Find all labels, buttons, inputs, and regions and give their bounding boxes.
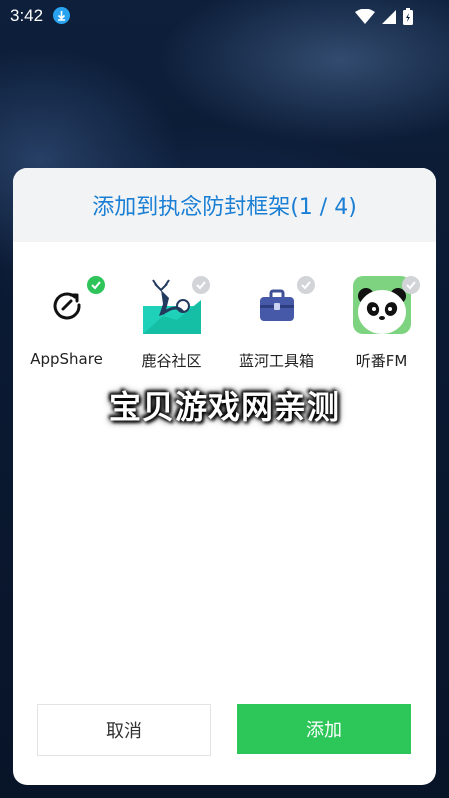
- download-icon: [53, 7, 70, 24]
- battery-icon: [403, 8, 413, 25]
- app-label: AppShare: [30, 350, 103, 368]
- watermark-text: 宝贝游戏网亲测: [108, 388, 340, 426]
- app-label: 听番FM: [355, 352, 408, 370]
- status-bar: 3:42: [0, 0, 449, 32]
- cancel-button[interactable]: 取消: [37, 704, 211, 756]
- wifi-icon: [355, 8, 375, 24]
- dialog-header: 添加到执念防封框架(1 / 4): [13, 168, 436, 242]
- app-item-lugu[interactable]: 鹿谷社区: [120, 276, 223, 371]
- check-icon[interactable]: [87, 276, 105, 294]
- dialog-title: 添加到执念防封框架(1 / 4): [92, 195, 357, 220]
- add-to-framework-dialog: 添加到执念防封框架(1 / 4) AppShare 鹿谷社区 蓝河工具箱 听番F…: [13, 168, 436, 785]
- app-label: 鹿谷社区: [141, 352, 202, 370]
- status-time: 3:42: [10, 6, 44, 25]
- app-item-tingfan[interactable]: 听番FM: [330, 276, 433, 371]
- app-label: 蓝河工具箱: [238, 352, 314, 370]
- app-list: AppShare 鹿谷社区 蓝河工具箱 听番FM: [13, 276, 436, 371]
- signal-icon: [382, 9, 396, 24]
- app-item-appshare[interactable]: AppShare: [15, 276, 118, 371]
- app-item-toolbox[interactable]: 蓝河工具箱: [225, 276, 328, 371]
- add-button[interactable]: 添加: [237, 704, 411, 754]
- check-icon[interactable]: [297, 276, 315, 294]
- check-icon[interactable]: [192, 276, 210, 294]
- check-icon[interactable]: [402, 276, 420, 294]
